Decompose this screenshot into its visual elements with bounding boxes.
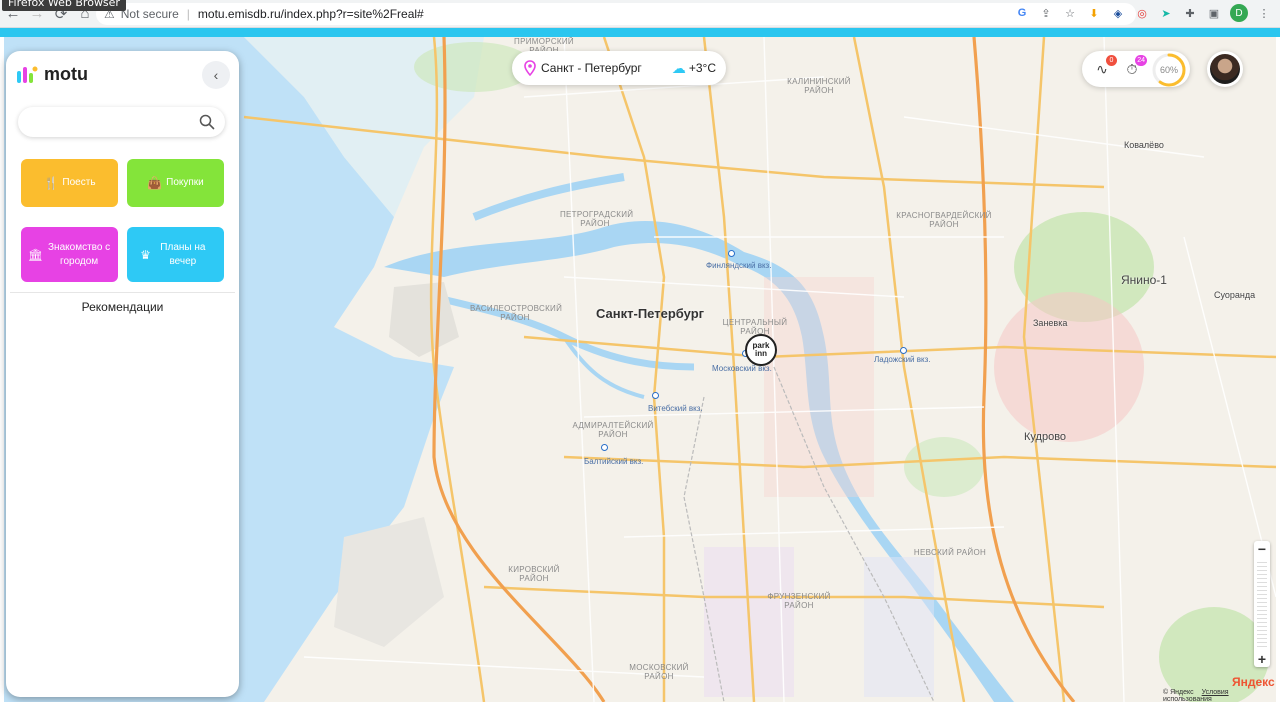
timer-badge: 24 bbox=[1135, 55, 1147, 66]
browser-tooltip: Firefox Web Browser bbox=[2, 0, 126, 11]
fork-knife-icon: 🍴 bbox=[43, 176, 59, 190]
avatar-photo bbox=[1210, 54, 1240, 84]
map-attribution: © Яндекс Условия использования bbox=[1163, 689, 1276, 702]
search-input[interactable] bbox=[30, 113, 190, 131]
security-label: Not secure bbox=[120, 7, 179, 21]
weather-widget: ☁ +3°C bbox=[672, 60, 716, 77]
bookmark-star-icon[interactable]: ☆ bbox=[1062, 5, 1078, 21]
city-selector[interactable]: Санкт - Петербург ☁ +3°C bbox=[512, 51, 726, 85]
category-evening-plans-button[interactable]: ♛ Планы на вечер bbox=[127, 227, 224, 282]
station-marker[interactable] bbox=[652, 392, 659, 399]
district-label: НЕВСКИЙ РАЙОН bbox=[913, 548, 987, 557]
category-label: Покупки bbox=[166, 177, 204, 188]
address-bar[interactable]: ⚠ Not secure | motu.emisdb.ru/index.php?… bbox=[96, 3, 1136, 25]
station-label: Витебский вкз. bbox=[648, 404, 703, 413]
station-marker[interactable] bbox=[900, 347, 907, 354]
search-icon[interactable] bbox=[199, 114, 215, 130]
district-label: МОСКОВСКИЙ РАЙОН bbox=[629, 663, 689, 681]
browser-toolbar: Firefox Web Browser ← → ⟳ ⌂ ⚠ Not secure… bbox=[0, 0, 1280, 28]
hotel-marker[interactable]: park inn bbox=[745, 334, 777, 366]
district-label: ВАСИЛЕОСТРОВСКИЙ РАЙОН bbox=[470, 304, 563, 322]
zoom-slider[interactable] bbox=[1257, 559, 1267, 649]
zoom-out-button[interactable]: − bbox=[1254, 541, 1270, 557]
zoom-in-button[interactable]: + bbox=[1254, 651, 1270, 667]
url-text: motu.emisdb.ru/index.php?r=site%2Freal# bbox=[197, 7, 424, 21]
category-eat-button[interactable]: 🍴 Поесть bbox=[21, 159, 118, 207]
extension-shield-icon[interactable]: ◈ bbox=[1110, 5, 1126, 21]
station-label: Ладожский вкз. bbox=[874, 355, 931, 364]
logo-text: motu bbox=[44, 63, 88, 84]
sidebar-divider bbox=[10, 292, 235, 293]
suburb-label: Ковалёво bbox=[1124, 140, 1164, 150]
district-label: ЦЕНТРАЛЬНЫЙ РАЙОН bbox=[722, 318, 788, 336]
copyright-text: © Яндекс bbox=[1163, 689, 1194, 696]
progress-value: 60% bbox=[1159, 65, 1178, 75]
share-icon[interactable]: ⇪ bbox=[1038, 5, 1054, 21]
chevron-left-icon: ‹ bbox=[213, 67, 219, 83]
timer-icon[interactable]: ⏱ 24 bbox=[1122, 55, 1147, 79]
station-marker[interactable] bbox=[728, 250, 735, 257]
district-label: ПЕТРОГРАДСКИЙ РАЙОН bbox=[560, 210, 634, 228]
crown-icon: ♛ bbox=[140, 247, 151, 262]
motu-logo-icon bbox=[16, 63, 38, 85]
routes-badge: 0 bbox=[1106, 55, 1117, 66]
category-shopping-button[interactable]: 👜 Покупки bbox=[127, 159, 224, 207]
yandex-logo: Яндекс bbox=[1232, 675, 1275, 689]
suburb-label: Кудрово bbox=[1024, 431, 1067, 443]
sidebar-toggle-icon[interactable]: ▣ bbox=[1206, 5, 1222, 21]
recommendations-heading: Рекомендации bbox=[81, 300, 164, 314]
station-label: Финляндский вкз. bbox=[706, 261, 772, 270]
extension-download-icon[interactable]: ⬇ bbox=[1086, 5, 1102, 21]
search-box bbox=[18, 107, 225, 137]
district-label: КИРОВСКИЙ РАЙОН bbox=[508, 565, 560, 583]
category-label: Поесть bbox=[62, 177, 96, 188]
page-top-strip bbox=[0, 28, 1280, 37]
district-label: КАЛИНИНСКИЙ РАЙОН bbox=[787, 77, 851, 95]
route-icon[interactable]: ∿ 0 bbox=[1092, 55, 1117, 79]
suburb-label: Заневка bbox=[1033, 318, 1068, 328]
profile-avatar[interactable]: D bbox=[1230, 4, 1248, 22]
station-label: Балтийский вкз. bbox=[584, 457, 644, 466]
extension-arrow-icon[interactable]: ➤ bbox=[1158, 5, 1174, 21]
extension-area: G ⇪ ☆ ⬇ ◈ ◎ ➤ ✚ ▣ D ⋮ bbox=[1014, 4, 1272, 22]
app-logo[interactable]: motu bbox=[16, 63, 88, 85]
user-avatar[interactable] bbox=[1207, 51, 1243, 87]
omnibox-divider: | bbox=[186, 7, 190, 21]
category-label: Знакомство с городом bbox=[48, 241, 111, 267]
shopping-bag-icon: 👜 bbox=[147, 176, 163, 190]
collapse-sidebar-button[interactable]: ‹ bbox=[202, 61, 230, 89]
city-name: Санкт - Петербург bbox=[541, 61, 642, 75]
google-icon[interactable]: G bbox=[1014, 5, 1030, 21]
museum-icon: 🏛 bbox=[27, 247, 44, 262]
zoom-control: − + bbox=[1254, 541, 1270, 667]
location-pin-icon bbox=[524, 60, 536, 76]
suburb-label: Янино-1 bbox=[1121, 273, 1167, 287]
suburb-label: Суоранда bbox=[1214, 290, 1256, 300]
category-label: Планы на вечер bbox=[160, 241, 206, 267]
district-label: АДМИРАЛТЕЙСКИЙ РАЙОН bbox=[572, 421, 654, 439]
temperature-value: +3°C bbox=[688, 61, 716, 75]
cloud-rain-icon: ☁ bbox=[671, 59, 686, 76]
progress-indicator[interactable]: 60% bbox=[1151, 52, 1187, 88]
extension-target-icon[interactable]: ◎ bbox=[1134, 5, 1150, 21]
extensions-puzzle-icon[interactable]: ✚ bbox=[1182, 5, 1198, 21]
station-marker[interactable] bbox=[601, 444, 608, 451]
district-label: ФРУНЗЕНСКИЙ РАЙОН bbox=[767, 592, 831, 610]
sidebar-panel: motu ‹ 🍴 Поесть 👜 Покупки 🏛 Знакомство с… bbox=[6, 51, 239, 697]
menu-kebab-icon[interactable]: ⋮ bbox=[1256, 5, 1272, 21]
district-label: КРАСНОГВАРДЕЙСКИЙ РАЙОН bbox=[896, 211, 992, 229]
city-map-label: Санкт-Петербург bbox=[596, 306, 705, 321]
category-city-tour-button[interactable]: 🏛 Знакомство с городом bbox=[21, 227, 118, 282]
